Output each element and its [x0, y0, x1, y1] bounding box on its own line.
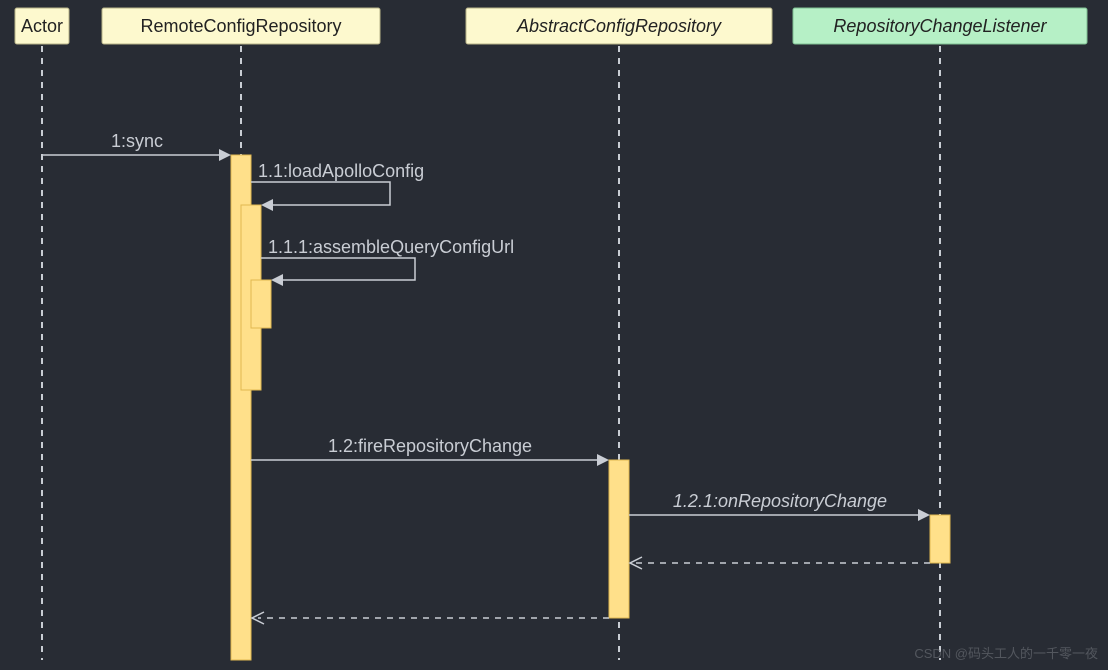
participant-remote-label: RemoteConfigRepository [140, 16, 341, 36]
arrow-icon [261, 199, 273, 211]
sequence-diagram: Actor RemoteConfigRepository AbstractCon… [0, 0, 1108, 670]
msg-onchange-label: 1.2.1:onRepositoryChange [673, 491, 887, 511]
activation-listener [930, 515, 950, 563]
activation-abstract [609, 460, 629, 618]
watermark-text: CSDN @码头工人的一千零一夜 [914, 646, 1098, 661]
participant-abstract-label: AbstractConfigRepository [516, 16, 722, 36]
arrow-icon [219, 149, 231, 161]
msg-assemble-line [261, 258, 415, 280]
arrow-icon [918, 509, 930, 521]
msg-fire-label: 1.2:fireRepositoryChange [328, 436, 532, 456]
msg-assemble-label: 1.1.1:assembleQueryConfigUrl [268, 237, 514, 257]
participant-listener-label: RepositoryChangeListener [833, 16, 1047, 36]
arrow-icon [271, 274, 283, 286]
msg-load-label: 1.1:loadApolloConfig [258, 161, 424, 181]
participant-actor-label: Actor [21, 16, 63, 36]
msg-sync-label: 1:sync [111, 131, 163, 151]
arrow-icon [597, 454, 609, 466]
activation-remote-assemble [251, 280, 271, 328]
